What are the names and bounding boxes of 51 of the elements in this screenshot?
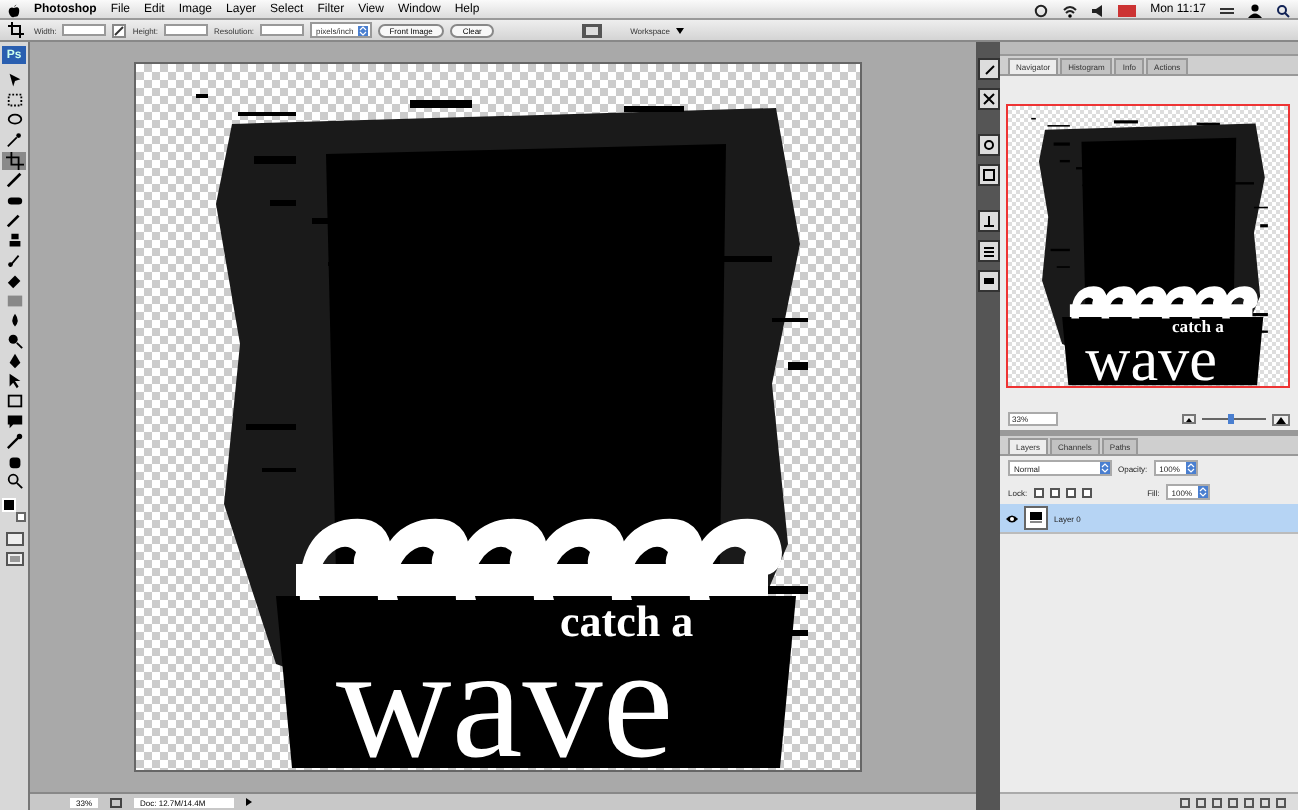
quick-mask-icon[interactable]	[5, 532, 23, 546]
background-color-swatch[interactable]	[16, 512, 26, 522]
artwork-text: wave	[336, 644, 674, 764]
panel-icon[interactable]	[977, 270, 999, 292]
foreground-color-swatch[interactable]	[2, 498, 16, 512]
stepper-icon[interactable]	[357, 25, 368, 35]
screen-mode-icon[interactable]	[5, 552, 23, 566]
input-field[interactable]	[164, 24, 209, 36]
caret-icon[interactable]	[245, 798, 252, 806]
shape-tool-icon[interactable]	[2, 392, 26, 410]
input-field[interactable]	[260, 24, 305, 36]
eye-icon[interactable]	[1006, 513, 1018, 523]
stepper-icon[interactable]	[1185, 462, 1196, 474]
sync-icon[interactable]	[1034, 3, 1049, 17]
pin-icon[interactable]	[977, 210, 999, 232]
crop-icon[interactable]	[8, 22, 28, 38]
zoom-in-icon[interactable]	[1272, 413, 1290, 425]
zoom-tool-icon[interactable]	[2, 472, 26, 490]
artwork-text: catch a	[560, 600, 694, 644]
swap-icon[interactable]	[112, 23, 127, 37]
eraser-tool-icon[interactable]	[2, 272, 26, 290]
cross-icon[interactable]	[977, 88, 999, 110]
list-icon[interactable]	[977, 240, 999, 262]
caret-icon[interactable]	[676, 27, 684, 33]
eyedropper-tool-icon[interactable]	[2, 432, 26, 450]
stepper-icon[interactable]	[1197, 486, 1208, 498]
slider-thumb[interactable]	[1228, 414, 1235, 424]
heal-tool-icon[interactable]	[2, 192, 26, 210]
slice-tool-icon[interactable]	[2, 172, 26, 190]
notes-tool-icon[interactable]	[2, 412, 26, 430]
lasso-tool-icon[interactable]	[2, 112, 26, 130]
marquee-tool-icon[interactable]	[2, 92, 26, 110]
layer-thumbnail	[1024, 506, 1048, 530]
apple-icon[interactable]	[8, 3, 20, 17]
stepper-icon[interactable]	[1100, 462, 1110, 474]
zoom-out-icon[interactable]	[1182, 414, 1196, 424]
artwork-text: wave	[1085, 336, 1217, 383]
brush-tool-icon[interactable]	[2, 212, 26, 230]
wand-tool-icon[interactable]	[2, 132, 26, 150]
crop-tool-icon[interactable]	[2, 152, 26, 170]
user-icon[interactable]	[1248, 3, 1262, 17]
artwork-text: catch a	[1171, 318, 1224, 336]
wifi-icon[interactable]	[1062, 3, 1079, 17]
circle-icon[interactable]	[977, 134, 999, 156]
input-field[interactable]	[62, 24, 107, 36]
search-icon[interactable]	[1276, 3, 1290, 17]
screen-mode-icon[interactable]	[582, 23, 603, 37]
flag-icon[interactable]	[1118, 3, 1137, 17]
square-icon[interactable]	[977, 164, 999, 186]
speaker-icon[interactable]	[1092, 3, 1105, 17]
lines-icon[interactable]	[1220, 3, 1234, 17]
